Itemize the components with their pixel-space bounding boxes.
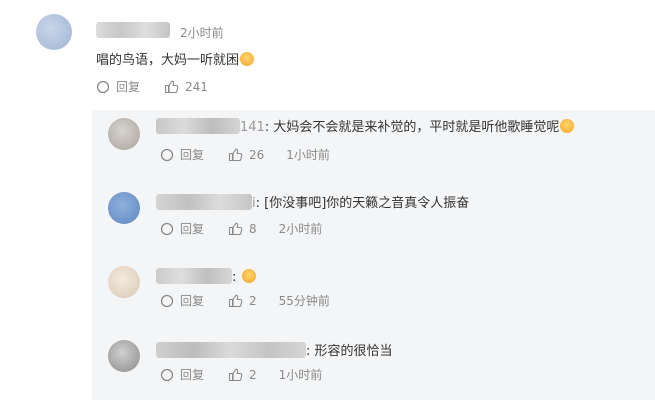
like-count: 26: [249, 147, 265, 162]
like-button[interactable]: 2: [228, 367, 257, 382]
thumb-up-icon: [228, 148, 243, 162]
reply-line: 141: 大妈会不会就是来补觉的，平时就是听他歌睡觉呢: [156, 118, 575, 137]
comment-time: 2小时前: [180, 26, 224, 40]
avatar[interactable]: [36, 14, 72, 50]
like-count: 2: [249, 293, 257, 308]
face-emoji-icon: [241, 269, 256, 283]
reply-actions: 回复 8 2小时前: [160, 220, 322, 237]
reply-button[interactable]: 回复: [160, 220, 204, 237]
reply-text: 形容的很恰当: [314, 344, 393, 359]
replies-panel: 141: 大妈会不会就是来补觉的，平时就是听他歌睡觉呢 回复 26 1小时前 i…: [92, 110, 655, 400]
like-count: 8: [249, 221, 257, 236]
reply-username-blurred[interactable]: [156, 342, 306, 358]
like-button[interactable]: 8: [228, 221, 257, 236]
colon: :: [232, 270, 241, 285]
colon: :: [255, 196, 265, 211]
reply-line: : 形容的很恰当: [156, 342, 393, 361]
thumb-up-icon: [228, 294, 243, 308]
reply-username-blurred[interactable]: [156, 194, 252, 210]
reply-button[interactable]: 回复: [160, 292, 204, 309]
reply-actions: 回复 26 1小时前: [160, 146, 330, 163]
laugh-cry-emoji-icon: [560, 119, 575, 133]
reply-text: [你没事吧]你的天籁之音真令人振奋: [264, 196, 470, 211]
reply-label: 回复: [116, 80, 141, 94]
like-button[interactable]: 26: [228, 147, 264, 162]
like-button[interactable]: 241: [164, 79, 208, 94]
reply-actions: 回复 2 1小时前: [160, 366, 322, 383]
reply-label: 回复: [180, 222, 205, 236]
reply-username-blurred[interactable]: [156, 118, 240, 134]
reply-avatar[interactable]: [108, 266, 140, 298]
reply-button[interactable]: 回复: [160, 146, 204, 163]
reply-label: 回复: [180, 148, 205, 162]
reply-text: 大妈会不会就是来补觉的，平时就是听他歌睡觉呢: [273, 120, 560, 135]
thumb-up-icon: [164, 80, 179, 94]
sleepy-emoji-icon: [240, 52, 255, 66]
reply-time: 1小时前: [286, 148, 330, 162]
reply-avatar[interactable]: [108, 118, 140, 150]
reply-label: 回复: [180, 368, 205, 382]
reply-username-suffix[interactable]: 141: [240, 120, 265, 135]
comment-text-content: 唱的鸟语，大妈一听就困: [96, 53, 240, 68]
reply-username-blurred[interactable]: [156, 268, 232, 284]
reply-label: 回复: [180, 294, 205, 308]
reply-bubble-icon: [96, 80, 110, 93]
colon: :: [306, 344, 315, 359]
comment-text: 唱的鸟语，大妈一听就困: [96, 52, 255, 70]
like-button[interactable]: 2: [228, 293, 257, 308]
username-blurred[interactable]: [96, 22, 170, 38]
reply-bubble-icon: [160, 294, 174, 307]
reply-avatar[interactable]: [108, 192, 140, 224]
reply-button[interactable]: 回复: [96, 78, 140, 95]
reply-line: i: [你没事吧]你的天籁之音真令人振奋: [156, 194, 469, 213]
reply-button[interactable]: 回复: [160, 366, 204, 383]
comment-actions: 回复 241: [96, 78, 208, 95]
reply-time: 2小时前: [278, 222, 323, 236]
thumb-up-icon: [228, 222, 243, 236]
reply-bubble-icon: [160, 222, 174, 235]
reply-bubble-icon: [160, 148, 174, 161]
reply-line: :: [156, 268, 256, 287]
like-count: 241: [185, 79, 208, 94]
reply-time: 55分钟前: [278, 294, 330, 308]
reply-actions: 回复 2 55分钟前: [160, 292, 330, 309]
reply-avatar[interactable]: [108, 340, 140, 372]
reply-time: 1小时前: [278, 368, 323, 382]
like-count: 2: [249, 367, 257, 382]
reply-bubble-icon: [160, 368, 174, 381]
thumb-up-icon: [228, 368, 243, 382]
